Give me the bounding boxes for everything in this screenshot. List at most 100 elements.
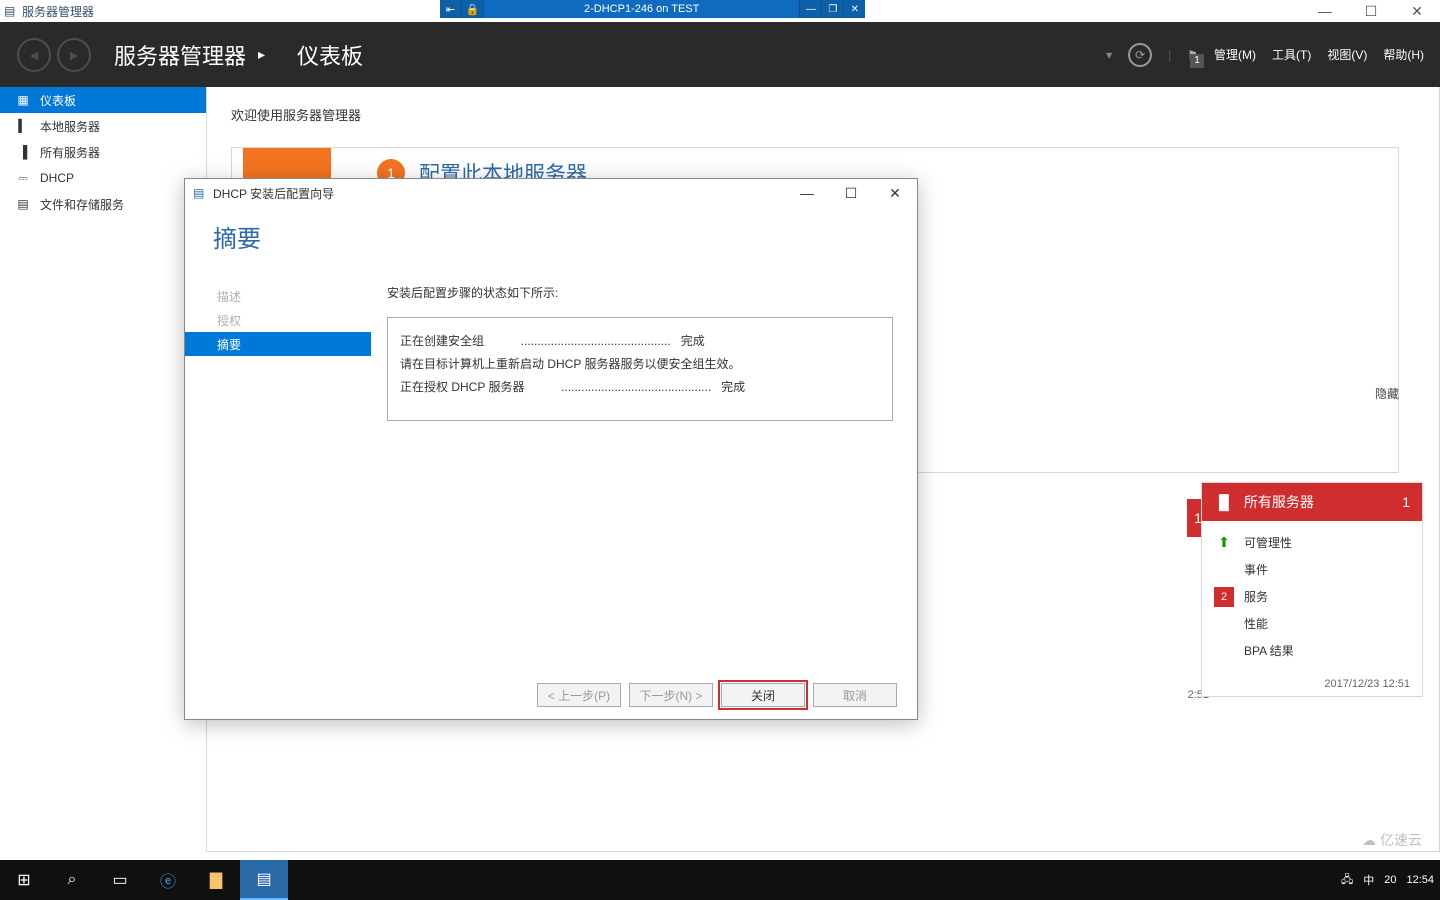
watermark: ☁亿速云 xyxy=(1362,830,1422,850)
maximize-button[interactable]: ☐ xyxy=(1348,0,1394,22)
status-up-icon: ⬆ xyxy=(1214,533,1234,553)
cloud-icon: ☁ xyxy=(1362,832,1376,849)
vm-restore-button[interactable]: ❐ xyxy=(821,0,843,18)
status-line: 正在创建安全组 ................................… xyxy=(400,332,880,349)
refresh-icon[interactable]: ⟳ xyxy=(1128,43,1152,67)
vm-title: 2-DHCP1-246 on TEST xyxy=(484,3,799,15)
dropdown-caret-icon[interactable]: ▾ xyxy=(1106,48,1112,62)
dhcp-icon: ⎓ xyxy=(16,171,30,186)
status-error-badge: 2 xyxy=(1214,587,1234,607)
servers-icon: ▐ xyxy=(16,145,30,159)
nav-forward-button[interactable]: ► xyxy=(57,38,91,72)
prev-button: < 上一步(P) xyxy=(537,683,621,707)
outer-window-controls: — ☐ ✕ xyxy=(1302,0,1440,22)
system-tray: 🖧 中 20 12:54 xyxy=(1341,871,1434,890)
lock-icon[interactable]: 🔒 xyxy=(462,0,484,18)
notifications-flag-icon[interactable]: ⚑1 xyxy=(1187,48,1198,62)
header-menu: ▾ ⟳ | ⚑1 管理(M) 工具(T) 视图(V) 帮助(H) xyxy=(1106,43,1424,67)
close-button[interactable]: ✕ xyxy=(1394,0,1440,22)
vm-close-button[interactable]: ✕ xyxy=(843,0,865,18)
tray-clock[interactable]: 12:54 xyxy=(1406,874,1434,886)
server-manager-taskbar-button[interactable]: ▤ xyxy=(240,860,288,900)
nav-back-button[interactable]: ◄ xyxy=(17,38,51,72)
tile-row-manageability[interactable]: ⬆ 可管理性 xyxy=(1214,529,1410,556)
dhcp-post-install-wizard: ▤ DHCP 安装后配置向导 — ☐ ✕ 摘要 描述 授权 摘要 安装后配置步骤… xyxy=(184,178,918,720)
next-button: 下一步(N) > xyxy=(629,683,713,707)
tile-row-services[interactable]: 2 服务 xyxy=(1214,583,1410,610)
hide-button[interactable]: 隐藏 xyxy=(1375,385,1399,402)
dialog-maximize-button[interactable]: ☐ xyxy=(829,179,873,207)
breadcrumb-root[interactable]: 服务器管理器 xyxy=(114,39,246,71)
status-intro-text: 安装后配置步骤的状态如下所示: xyxy=(387,284,893,301)
breadcrumb-leaf[interactable]: 仪表板 xyxy=(297,39,363,71)
tile-row-events[interactable]: 事件 xyxy=(1214,556,1410,583)
cancel-button: 取消 xyxy=(813,683,897,707)
sidebar-item-label: 文件和存储服务 xyxy=(40,196,124,213)
pin-icon[interactable]: ⇤ xyxy=(440,0,462,18)
tile-row-label: 可管理性 xyxy=(1244,534,1292,551)
sidebar-item-local-server[interactable]: ▍ 本地服务器 xyxy=(0,113,206,139)
dialog-heading: 摘要 xyxy=(185,207,917,272)
server-icon: ▍ xyxy=(16,119,30,133)
tile-body: ⬆ 可管理性 事件 2 服务 性能 BPA 结果 xyxy=(1202,521,1422,672)
tile-title: 所有服务器 xyxy=(1244,492,1314,512)
wizard-nav-description[interactable]: 描述 xyxy=(185,284,371,308)
ie-button[interactable]: ⓔ xyxy=(144,860,192,900)
wizard-nav-summary[interactable]: 摘要 xyxy=(185,332,371,356)
status-line: 请在目标计算机上重新启动 DHCP 服务器服务以便安全组生效。 xyxy=(400,355,880,372)
breadcrumb-separator: ▸ xyxy=(258,46,265,63)
sidebar-item-dashboard[interactable]: ▦ 仪表板 xyxy=(0,87,206,113)
dhcp-icon: ▤ xyxy=(193,186,207,200)
dashboard-icon: ▦ xyxy=(16,93,30,107)
sidebar-item-label: 本地服务器 xyxy=(40,118,100,135)
menu-help[interactable]: 帮助(H) xyxy=(1383,46,1424,63)
notification-count: 1 xyxy=(1190,54,1204,68)
minimize-button[interactable]: — xyxy=(1302,0,1348,22)
status-line: 正在授权 DHCP 服务器 ..........................… xyxy=(400,378,880,395)
wizard-nav-authorization[interactable]: 授权 xyxy=(185,308,371,332)
dialog-footer: < 上一步(P) 下一步(N) > 关闭 取消 xyxy=(537,683,897,707)
sidebar-item-label: DHCP xyxy=(40,171,74,185)
start-button[interactable]: ⊞ xyxy=(0,860,48,900)
menu-tools[interactable]: 工具(T) xyxy=(1272,46,1311,63)
network-icon[interactable]: 🖧 xyxy=(1341,871,1353,890)
tile-row-performance[interactable]: 性能 xyxy=(1214,610,1410,637)
servers-icon: ▐▌ xyxy=(1214,494,1234,510)
storage-icon: ▤ xyxy=(16,197,30,211)
all-servers-tile[interactable]: ▐▌ 所有服务器 1 ⬆ 可管理性 事件 2 服务 性能 BPA 结果 2017/1… xyxy=(1201,482,1423,697)
dialog-close-button[interactable]: ✕ xyxy=(873,179,917,207)
ime-indicator[interactable]: 中 xyxy=(1363,872,1374,888)
menu-view[interactable]: 视图(V) xyxy=(1327,46,1367,63)
welcome-heading: 欢迎使用服务器管理器 xyxy=(231,105,1415,124)
sidebar-item-all-servers[interactable]: ▐ 所有服务器 xyxy=(0,139,206,165)
dialog-title: DHCP 安装后配置向导 xyxy=(213,185,334,202)
tray-date: 20 xyxy=(1384,874,1396,886)
tile-row-label: BPA 结果 xyxy=(1244,642,1294,659)
server-manager-header: ◄ ► 服务器管理器 ▸ 仪表板 ▾ ⟳ | ⚑1 管理(M) 工具(T) 视图… xyxy=(0,22,1440,87)
tile-timestamp: 2017/12/23 12:51 xyxy=(1202,672,1422,696)
taskbar: ⊞ ⌕ ▭ ⓔ ▇ ▤ 🖧 中 20 12:54 xyxy=(0,860,1440,900)
close-wizard-button[interactable]: 关闭 xyxy=(721,683,805,707)
dialog-minimize-button[interactable]: — xyxy=(785,179,829,207)
tile-row-bpa[interactable]: BPA 结果 xyxy=(1214,637,1410,664)
tile-row-label: 事件 xyxy=(1244,561,1268,578)
sidebar-item-label: 所有服务器 xyxy=(40,144,100,161)
status-box: 正在创建安全组 ................................… xyxy=(387,317,893,421)
dialog-window-controls: — ☐ ✕ xyxy=(785,179,917,207)
tile-server-count: 1 xyxy=(1402,494,1410,510)
tile-row-label: 性能 xyxy=(1244,615,1268,632)
wizard-content: 安装后配置步骤的状态如下所示: 正在创建安全组 ................… xyxy=(371,272,917,694)
search-button[interactable]: ⌕ xyxy=(48,860,96,900)
task-view-button[interactable]: ▭ xyxy=(96,860,144,900)
vm-connection-bar: ⇤ 🔒 2-DHCP1-246 on TEST — ❐ ✕ xyxy=(440,0,865,18)
tile-row-label: 服务 xyxy=(1244,588,1268,605)
vm-minimize-button[interactable]: — xyxy=(799,0,821,18)
tile-header: ▐▌ 所有服务器 1 xyxy=(1202,483,1422,521)
explorer-button[interactable]: ▇ xyxy=(192,860,240,900)
menu-manage[interactable]: 管理(M) xyxy=(1214,46,1256,63)
sidebar-item-label: 仪表板 xyxy=(40,92,76,109)
sidebar-item-file-storage[interactable]: ▤文件和存储服务▸ xyxy=(0,191,206,217)
sidebar-item-dhcp[interactable]: ⎓ DHCP xyxy=(0,165,206,191)
wizard-nav: 描述 授权 摘要 xyxy=(185,272,371,694)
outer-window-title: 服务器管理器 xyxy=(22,3,94,20)
